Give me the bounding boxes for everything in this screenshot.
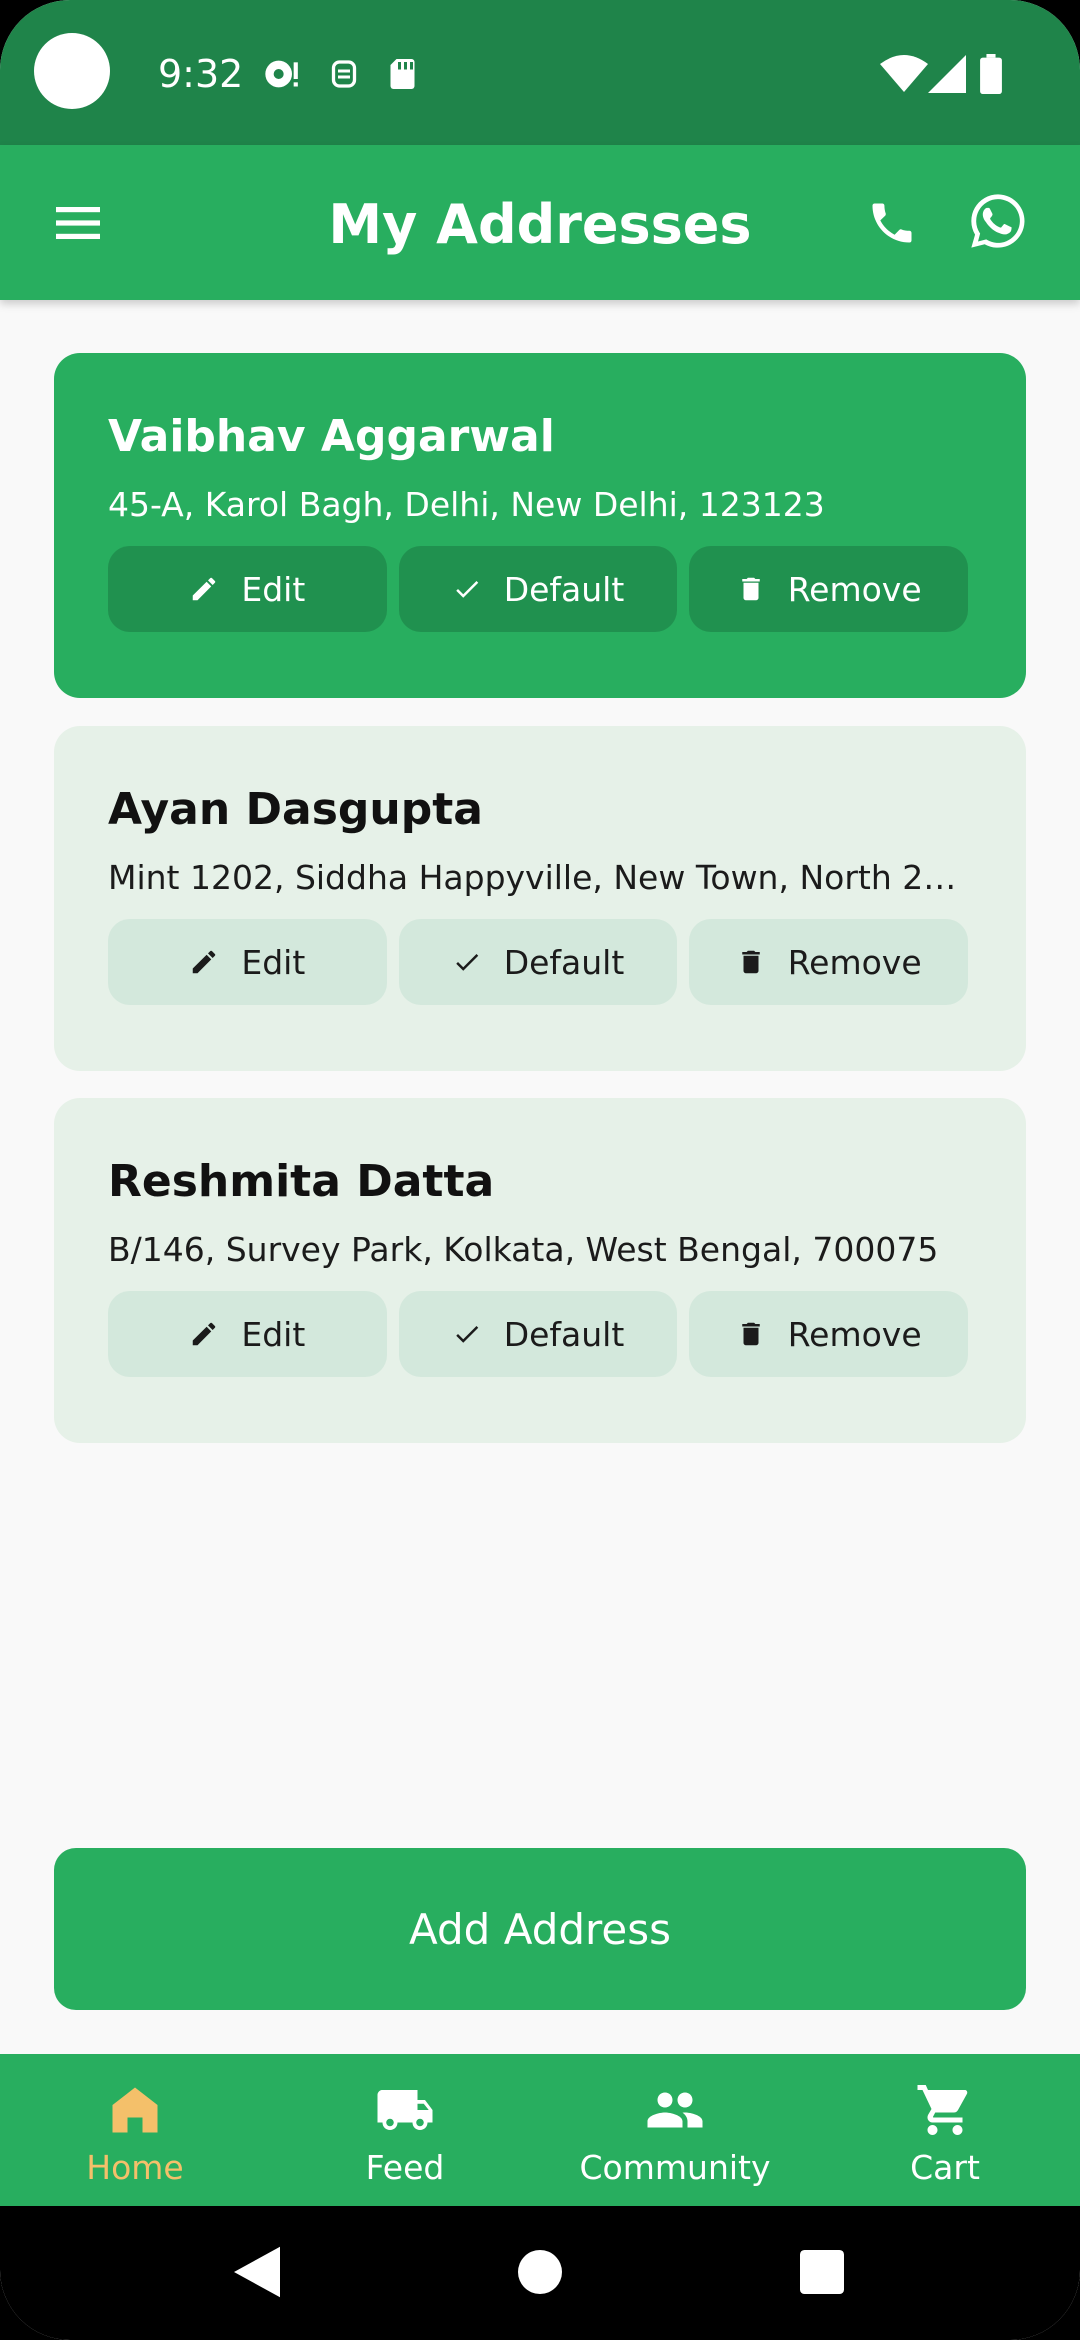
edit-label: Edit <box>241 1314 306 1354</box>
pencil-icon <box>193 577 216 601</box>
default-label: Default <box>503 942 625 982</box>
notification-icon <box>265 60 298 88</box>
address-text: B/146, Survey Park, Kolkata, West Bengal… <box>108 1230 939 1269</box>
nav-label: Cart <box>910 2148 980 2187</box>
status-time: 9:32 <box>158 52 244 96</box>
camera-cutout <box>34 33 110 109</box>
edit-button[interactable]: Edit <box>108 919 387 1005</box>
nav-item-cart[interactable]: Cart <box>810 2054 1080 2206</box>
page-title: My Addresses <box>328 193 752 256</box>
pencil-icon <box>193 950 216 974</box>
remove-button[interactable]: Remove <box>689 546 969 632</box>
check-icon <box>455 581 478 598</box>
cart-icon <box>917 2085 968 2135</box>
nav-item-community[interactable]: Community <box>540 2054 810 2206</box>
pencil-icon <box>193 1322 216 1346</box>
nav-label: Feed <box>365 2148 445 2187</box>
trash-icon <box>741 577 760 601</box>
address-actions: Edit Default Remove <box>108 1291 969 1377</box>
address-card[interactable]: Ayan Dasgupta Mint 1202, Siddha Happyvil… <box>54 726 1026 1071</box>
address-name: Ayan Dasgupta <box>108 784 483 835</box>
app-bar: My Addresses <box>0 145 1080 300</box>
wifi-icon <box>880 55 928 92</box>
signal-icon <box>928 55 966 93</box>
address-name: Reshmita Datta <box>108 1156 495 1207</box>
remove-label: Remove <box>787 569 922 609</box>
address-actions: Edit Default Remove <box>108 546 969 632</box>
sd-card-icon <box>390 59 415 89</box>
default-button[interactable]: Default <box>398 919 678 1005</box>
address-name: Vaibhav Aggarwal <box>108 411 555 462</box>
remove-button[interactable]: Remove <box>689 1291 969 1377</box>
nav-item-feed[interactable]: Feed <box>270 2054 540 2206</box>
battery-icon <box>980 54 1002 94</box>
nav-item-home[interactable]: Home <box>0 2054 270 2206</box>
check-icon <box>455 1326 478 1343</box>
nav-label: Home <box>86 2148 184 2187</box>
trash-icon <box>741 950 760 974</box>
edit-button[interactable]: Edit <box>108 546 387 632</box>
recents-icon[interactable] <box>800 2246 844 2298</box>
home-circle-icon[interactable] <box>518 2246 562 2298</box>
whatsapp-icon[interactable] <box>966 189 1030 253</box>
truck-icon <box>377 2090 433 2130</box>
check-icon <box>455 954 478 971</box>
remove-label: Remove <box>787 942 922 982</box>
edit-label: Edit <box>241 569 306 609</box>
trash-icon <box>741 1322 760 1346</box>
edit-label: Edit <box>241 942 306 982</box>
default-label: Default <box>503 1314 625 1354</box>
phone-screen: 9:32 My Addresses Vaibhav Aggarwal 45-A,… <box>0 0 1080 2340</box>
add-address-button[interactable]: Add Address <box>54 1848 1026 2010</box>
address-card[interactable]: Reshmita Datta B/146, Survey Park, Kolka… <box>54 1098 1026 1443</box>
address-actions: Edit Default Remove <box>108 919 969 1005</box>
android-debug-icon <box>331 60 357 88</box>
home-icon <box>112 2087 158 2133</box>
remove-label: Remove <box>787 1314 922 1354</box>
status-bar: 9:32 <box>0 0 1080 145</box>
address-card[interactable]: Vaibhav Aggarwal 45-A, Karol Bagh, Delhi… <box>54 353 1026 698</box>
bottom-nav: Home Feed Community Cart <box>0 2054 1080 2206</box>
nav-label: Community <box>579 2148 771 2187</box>
address-text: 45-A, Karol Bagh, Delhi, New Delhi, 1231… <box>108 485 825 524</box>
people-icon <box>647 2092 703 2128</box>
default-label: Default <box>503 569 625 609</box>
address-text: Mint 1202, Siddha Happyville, New Town, … <box>108 858 968 897</box>
system-nav-bar <box>0 2206 1080 2340</box>
phone-icon[interactable] <box>866 197 918 249</box>
default-button[interactable]: Default <box>398 1291 678 1377</box>
remove-button[interactable]: Remove <box>689 919 969 1005</box>
default-button[interactable]: Default <box>398 546 678 632</box>
edit-button[interactable]: Edit <box>108 1291 387 1377</box>
back-icon[interactable] <box>234 2246 280 2298</box>
